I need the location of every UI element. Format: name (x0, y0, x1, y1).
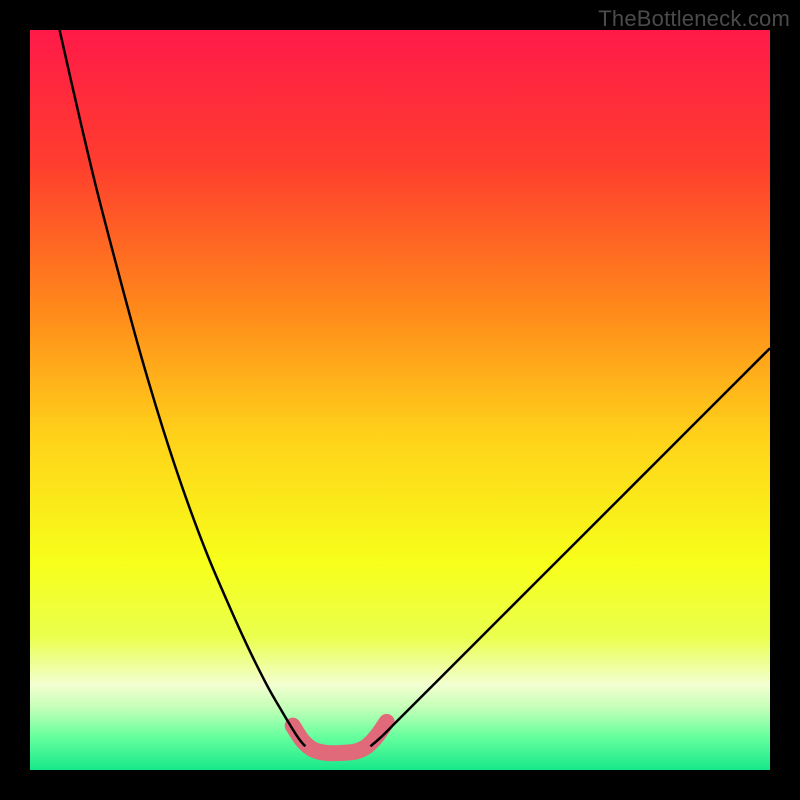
chart-svg (30, 30, 770, 770)
chart-plot-area (30, 30, 770, 770)
watermark-text: TheBottleneck.com (598, 6, 790, 32)
gradient-background (30, 30, 770, 770)
outer-frame: TheBottleneck.com (0, 0, 800, 800)
